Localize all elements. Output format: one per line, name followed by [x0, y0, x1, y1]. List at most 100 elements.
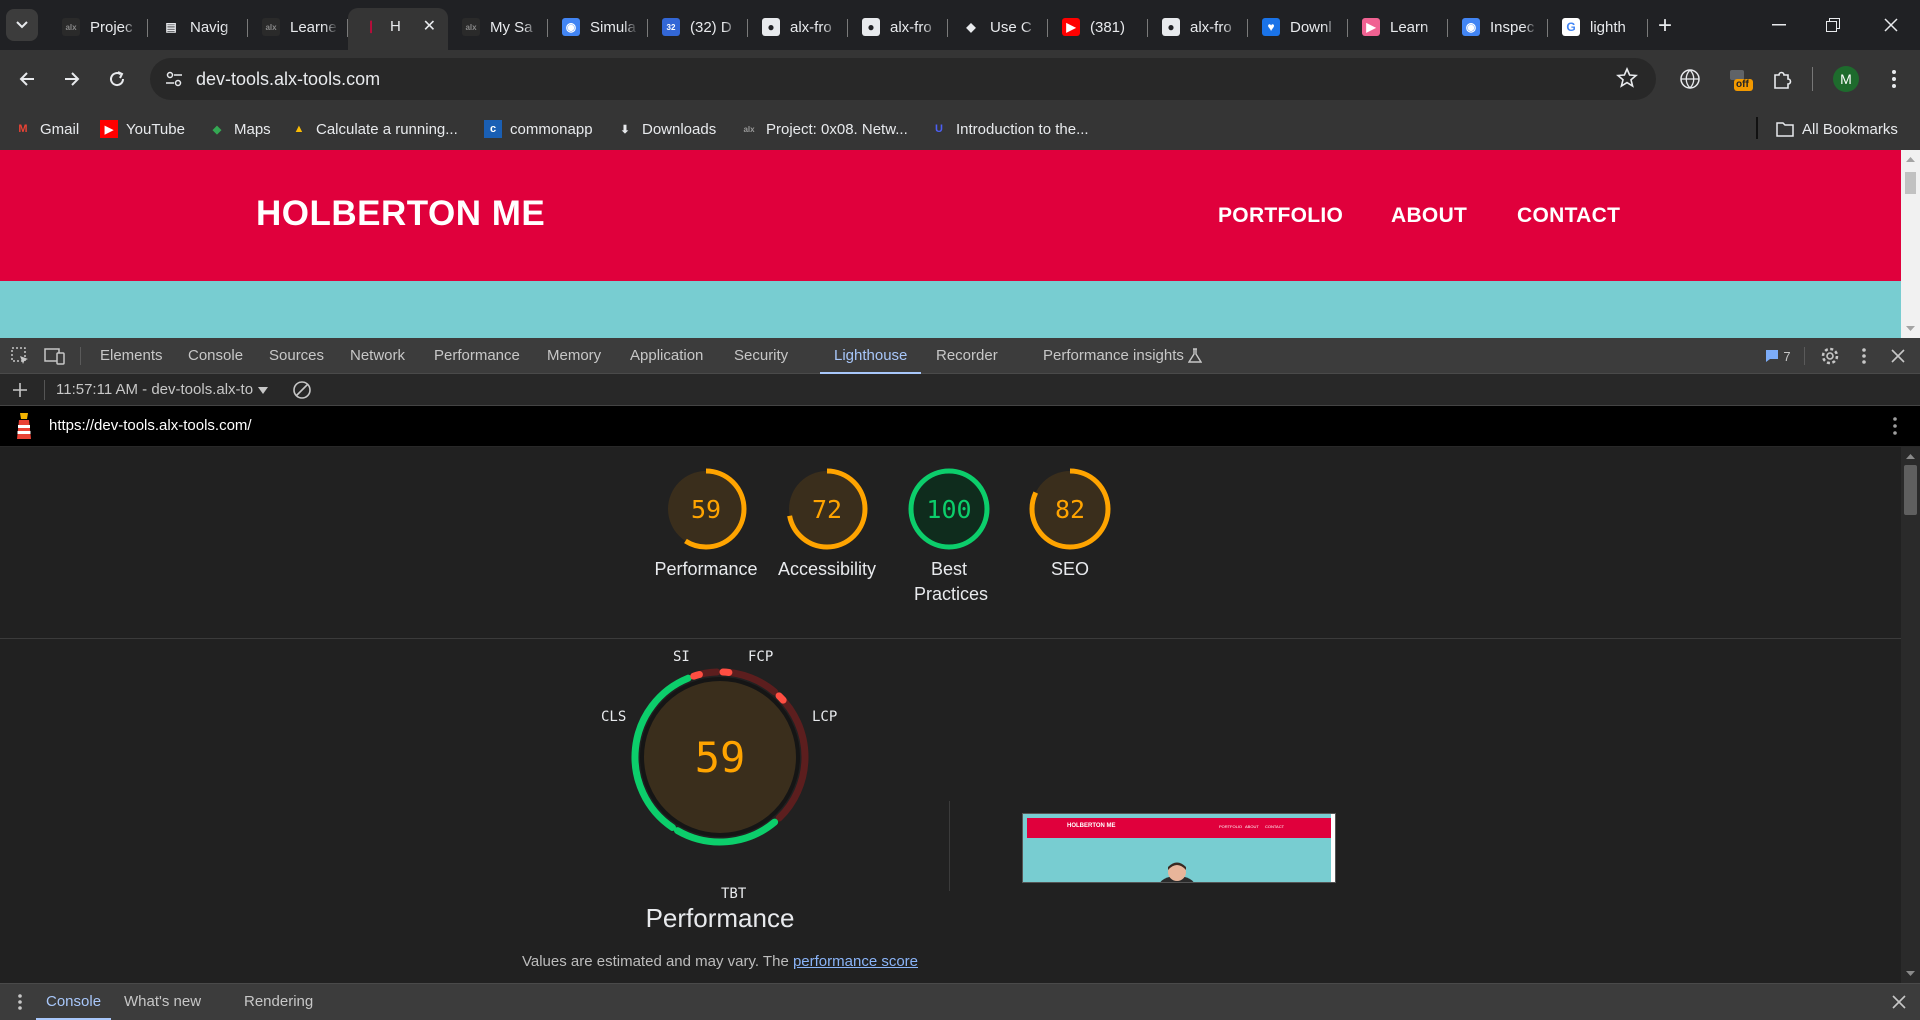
nav-about-link[interactable]: ABOUT [1391, 204, 1467, 228]
chrome-icon: ◉ [562, 18, 580, 36]
devtools-tab-application[interactable]: Application [630, 338, 703, 374]
page-scrollbar[interactable] [1901, 150, 1920, 338]
new-report-plus-icon[interactable] [8, 378, 32, 402]
translate-icon[interactable] [1676, 65, 1704, 93]
tab[interactable]: ◆ Use C [948, 10, 1048, 44]
devtools-tab-lighthouse[interactable]: Lighthouse [820, 338, 922, 374]
tab-title: Navig [190, 18, 229, 36]
tab[interactable]: ◉ Inspec [1448, 10, 1548, 44]
metric-fcp-label[interactable]: FCP [748, 649, 773, 665]
score-gauge-best-practices[interactable]: 100 Best Practices [888, 467, 1010, 607]
devtools-tab-memory[interactable]: Memory [547, 338, 601, 374]
tab[interactable]: ▶ (381) [1048, 10, 1148, 44]
devtools-tab-performance[interactable]: Performance [434, 338, 520, 374]
bookmark-item[interactable]: ⬇ Downloads [616, 117, 716, 141]
clear-reports-icon[interactable] [290, 378, 314, 402]
bookmark-item[interactable]: ◆ Maps [208, 117, 271, 141]
bookmark-item[interactable]: ▶ YouTube [100, 117, 185, 141]
close-tab-icon[interactable]: ✕ [423, 16, 436, 36]
inspect-element-icon[interactable] [8, 344, 32, 368]
metric-tbt-label[interactable]: TBT [721, 886, 746, 902]
score-gauge-accessibility[interactable]: 72 Accessibility [766, 467, 888, 582]
tab[interactable]: ◉ Simula [548, 10, 648, 44]
score-gauge-seo[interactable]: 82 SEO [1009, 467, 1131, 582]
tab[interactable]: ● alx-fro [1148, 10, 1248, 44]
devtools-tab-elements[interactable]: Elements [100, 338, 163, 374]
tab[interactable]: 32 (32) D [648, 10, 748, 44]
report-url-bar: https://dev-tools.alx-tools.com/ [0, 406, 1920, 446]
minimize-button[interactable] [1750, 0, 1808, 50]
metric-cls-label[interactable]: CLS [601, 709, 626, 725]
restore-button[interactable] [1804, 0, 1862, 50]
bookmark-star-icon[interactable] [1616, 66, 1638, 94]
page-scrollbar-thumb[interactable] [1905, 172, 1916, 194]
tab[interactable]: ♥ Downl [1248, 10, 1348, 44]
devtools-tab-performance-insights[interactable]: Performance insights [1043, 338, 1184, 374]
score-value: 100 [926, 495, 971, 524]
score-gauge-performance[interactable]: 59 Performance [645, 467, 767, 582]
tab[interactable]: ● alx-fro [748, 10, 848, 44]
site-info-icon[interactable] [162, 67, 186, 91]
metric-lcp-label[interactable]: LCP [812, 709, 837, 725]
tab[interactable]: ▶ Learn [1348, 10, 1448, 44]
extension-off-icon[interactable]: off [1726, 65, 1754, 93]
final-screenshot-thumbnail[interactable]: HOLBERTON ME PORTFOLIO ABOUT CONTACT [1022, 813, 1336, 883]
all-bookmarks-button[interactable]: All Bookmarks [1776, 117, 1898, 141]
report-scrollbar-thumb[interactable] [1904, 465, 1917, 515]
section-divider [0, 638, 1901, 639]
tab-active[interactable]: ❘ H ✕ [348, 8, 448, 50]
tab[interactable]: ● alx-fro [848, 10, 948, 44]
report-url[interactable]: https://dev-tools.alx-tools.com/ [49, 417, 252, 434]
drawer-tab-rendering[interactable]: Rendering [244, 984, 313, 1020]
performance-score-link[interactable]: performance score [793, 953, 918, 970]
drawer-tab-console[interactable]: Console [36, 984, 112, 1020]
site-title[interactable]: HOLBERTON ME [256, 194, 545, 234]
device-toolbar-icon[interactable] [43, 344, 67, 368]
tab-search-button[interactable] [6, 9, 38, 41]
bookmark-item[interactable]: U Introduction to the... [930, 117, 1089, 141]
bookmark-item[interactable]: alx Project: 0x08. Netw... [740, 117, 907, 141]
bookmark-item[interactable]: M Gmail [14, 117, 79, 141]
tab[interactable]: ▤ Navig [148, 10, 248, 44]
bookmark-item[interactable]: c commonapp [484, 117, 593, 141]
settings-gear-icon[interactable] [1818, 344, 1842, 368]
tab[interactable]: alx Learne [248, 10, 348, 44]
back-button[interactable] [10, 62, 44, 96]
devtools-tab-recorder[interactable]: Recorder [936, 338, 998, 374]
dropdown-arrow-icon [258, 387, 268, 394]
metric-si-label[interactable]: SI [673, 649, 690, 665]
devtools-tab-security[interactable]: Security [734, 338, 788, 374]
restore-icon [1826, 18, 1840, 32]
tab[interactable]: alx My Sa [448, 10, 548, 44]
profile-button[interactable]: M [1832, 65, 1860, 93]
browser-menu-button[interactable] [1880, 65, 1908, 93]
devtools-tab-network[interactable]: Network [350, 338, 405, 374]
extensions-puzzle-icon[interactable] [1768, 65, 1796, 93]
tab[interactable]: Glighth [1548, 10, 1648, 44]
minimize-icon [1772, 24, 1786, 26]
drawer-tab-whats-new[interactable]: What's new [124, 984, 201, 1020]
nav-portfolio-link[interactable]: PORTFOLIO [1218, 204, 1343, 228]
devtools-drawer: Console What's new Rendering [0, 983, 1920, 1020]
bookmark-item[interactable]: ▲ Calculate a running... [290, 117, 458, 141]
devtools-panel: Elements Console Sources Network Performance… [0, 338, 1920, 1020]
report-selector[interactable]: 11:57:11 AM - dev-tools.alx-to [56, 381, 253, 398]
nav-contact-link[interactable]: CONTACT [1517, 204, 1620, 228]
close-devtools-icon[interactable] [1886, 344, 1910, 368]
devtools-tab-sources[interactable]: Sources [269, 338, 324, 374]
thumbnail-nav-contact: CONTACT [1265, 824, 1285, 829]
close-window-button[interactable] [1862, 0, 1920, 50]
reload-button[interactable] [100, 62, 134, 96]
tab-title: Inspec [1490, 18, 1535, 36]
report-scrollbar[interactable] [1901, 447, 1920, 983]
bookmark-label: Downloads [642, 120, 717, 138]
devtools-menu-icon[interactable] [1852, 344, 1876, 368]
tab[interactable]: alx Projec [48, 10, 148, 44]
url-text[interactable]: dev-tools.alx-tools.com [196, 69, 380, 90]
score-value: 59 [691, 495, 721, 524]
address-bar[interactable]: dev-tools.alx-tools.com [150, 58, 1656, 100]
devtools-tab-console[interactable]: Console [188, 338, 243, 374]
issues-button[interactable]: 7 [1760, 344, 1796, 368]
new-tab-button[interactable]: + [1658, 12, 1686, 50]
forward-button[interactable] [55, 62, 89, 96]
